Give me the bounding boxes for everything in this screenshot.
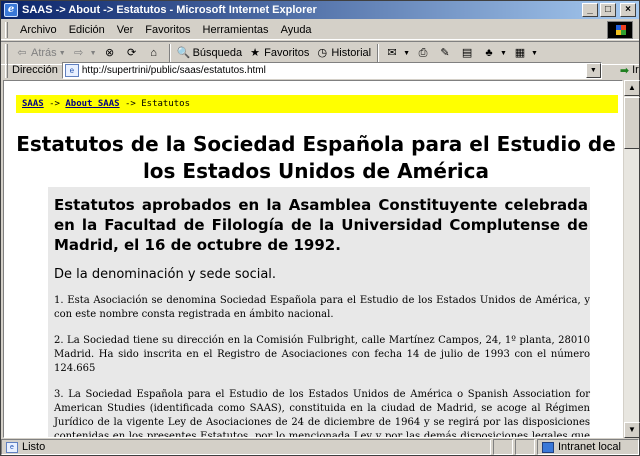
home-icon: ⌂ [150, 47, 157, 59]
favorites-button[interactable]: ★ Favoritos [245, 43, 312, 63]
mail-button[interactable]: ✉ ▼ [382, 43, 413, 63]
title-bar[interactable]: e SAAS -> About -> Estatutos - Microsoft… [1, 1, 639, 19]
search-label: Búsqueda [192, 47, 243, 59]
mail-dropdown-icon[interactable]: ▼ [403, 50, 410, 57]
vertical-scrollbar[interactable]: ▲ ▼ [623, 80, 640, 438]
forward-dropdown-icon[interactable]: ▼ [90, 50, 97, 57]
maximize-button[interactable]: □ [600, 3, 616, 17]
research-dropdown-icon[interactable]: ▼ [531, 50, 538, 57]
forward-arrow-icon: ⇨ [74, 47, 84, 59]
forward-button[interactable]: ⇨ ▼ [69, 43, 100, 63]
edit-icon: ✎ [440, 47, 450, 59]
edit-button[interactable]: ✎ [435, 43, 457, 63]
breadcrumb-link-saas[interactable]: SAAS [22, 99, 44, 109]
refresh-icon: ⟳ [126, 47, 137, 59]
breadcrumb-current: Estatutos [141, 99, 191, 109]
windows-logo-throbber [607, 21, 633, 39]
messenger-icon: ♣ [485, 47, 493, 59]
browser-window: e SAAS -> About -> Estatutos - Microsoft… [0, 0, 640, 456]
breadcrumb: SAAS -> About SAAS -> Estatutos [16, 95, 618, 113]
address-label: Dirección [12, 64, 58, 76]
menu-edicion[interactable]: Edición [63, 22, 111, 38]
status-panel [515, 439, 535, 455]
statutes-heading: Estatutos aprobados en la Asamblea Const… [54, 196, 588, 254]
address-field[interactable]: e ▼ [61, 61, 602, 79]
content-viewport[interactable]: SAAS -> About SAAS -> Estatutos Estatuto… [3, 80, 623, 438]
status-bar: e Listo Intranet local [1, 439, 639, 455]
print-button[interactable]: ⎙ [413, 43, 435, 63]
menu-archivo[interactable]: Archivo [14, 22, 63, 38]
print-icon: ⎙ [418, 47, 428, 59]
go-arrow-icon: ➡ [619, 64, 630, 77]
windows-flag-icon [616, 25, 626, 35]
close-button[interactable]: × [620, 3, 636, 17]
menu-ayuda[interactable]: Ayuda [275, 22, 318, 38]
address-input[interactable] [81, 63, 582, 77]
page-title: Estatutos de la Sociedad Española para e… [16, 132, 616, 183]
article-paragraph: 3. La Sociedad Española para el Estudio … [54, 389, 590, 438]
back-dropdown-icon[interactable]: ▼ [59, 50, 66, 57]
scroll-thumb[interactable] [624, 97, 640, 149]
toolbar-grip[interactable] [5, 44, 8, 62]
status-text: Listo [22, 441, 46, 453]
messenger-dropdown-icon[interactable]: ▼ [500, 50, 507, 57]
address-dropdown-icon[interactable]: ▼ [585, 62, 601, 78]
history-icon: ◷ [317, 47, 328, 59]
discuss-button[interactable]: ▤ [457, 43, 479, 63]
discuss-icon: ▤ [461, 47, 473, 59]
refresh-button[interactable]: ⟳ [122, 43, 144, 63]
page-status-icon: e [6, 441, 18, 453]
stop-icon: ⊗ [104, 47, 115, 59]
search-button[interactable]: 🔍 Búsqueda [174, 43, 246, 63]
toolbar-separator [168, 44, 171, 62]
back-button[interactable]: ⇦ Atrás ▼ [12, 43, 69, 63]
scroll-up-icon[interactable]: ▲ [624, 80, 640, 96]
menu-bar: Archivo Edición Ver Favoritos Herramient… [1, 20, 639, 40]
back-label: Atrás [31, 47, 57, 59]
address-bar: Dirección e ▼ ➡ Ir [1, 61, 639, 79]
back-arrow-icon: ⇦ [17, 47, 27, 59]
mail-icon: ✉ [387, 47, 397, 59]
home-button[interactable]: ⌂ [144, 43, 166, 63]
go-label: Ir [632, 64, 639, 76]
security-zone: Intranet local [537, 439, 639, 455]
research-icon: ▦ [514, 47, 526, 59]
menu-ver[interactable]: Ver [111, 22, 140, 38]
favorites-icon: ★ [250, 47, 261, 59]
statutes-content-box: Estatutos aprobados en la Asamblea Const… [48, 187, 590, 438]
history-button[interactable]: ◷ Historial [312, 43, 374, 63]
history-label: Historial [331, 47, 372, 59]
menu-favoritos[interactable]: Favoritos [139, 22, 196, 38]
toolbar-separator [377, 44, 380, 62]
page-icon: e [64, 63, 79, 77]
messenger-button[interactable]: ♣ ▼ [479, 43, 510, 63]
minimize-button[interactable]: _ [582, 3, 598, 17]
article-paragraph: 1. Esta Asociación se denomina Sociedad … [54, 295, 590, 320]
section-heading: De la denominación y sede social. [54, 267, 277, 282]
breadcrumb-separator: -> [43, 99, 66, 109]
zone-text: Intranet local [558, 441, 621, 453]
stop-button[interactable]: ⊗ [100, 43, 122, 63]
address-grip[interactable] [5, 62, 8, 78]
research-button[interactable]: ▦ ▼ [510, 43, 541, 63]
intranet-zone-icon [542, 441, 554, 453]
menu-herramientas[interactable]: Herramientas [197, 22, 275, 38]
favorites-label: Favoritos [264, 47, 310, 59]
ie-logo-icon: e [4, 3, 18, 17]
status-panel [493, 439, 513, 455]
menu-grip[interactable] [5, 21, 8, 38]
scroll-down-icon[interactable]: ▼ [624, 422, 640, 438]
article-paragraph: 2. La Sociedad tiene su dirección en la … [54, 335, 590, 374]
window-title: SAAS -> About -> Estatutos - Microsoft I… [22, 4, 317, 16]
status-main: e Listo [1, 439, 491, 455]
go-button[interactable]: ➡ Ir [620, 64, 639, 77]
search-icon: 🔍 [176, 47, 191, 59]
breadcrumb-link-about[interactable]: About SAAS [65, 99, 119, 109]
breadcrumb-separator: -> [119, 99, 142, 109]
